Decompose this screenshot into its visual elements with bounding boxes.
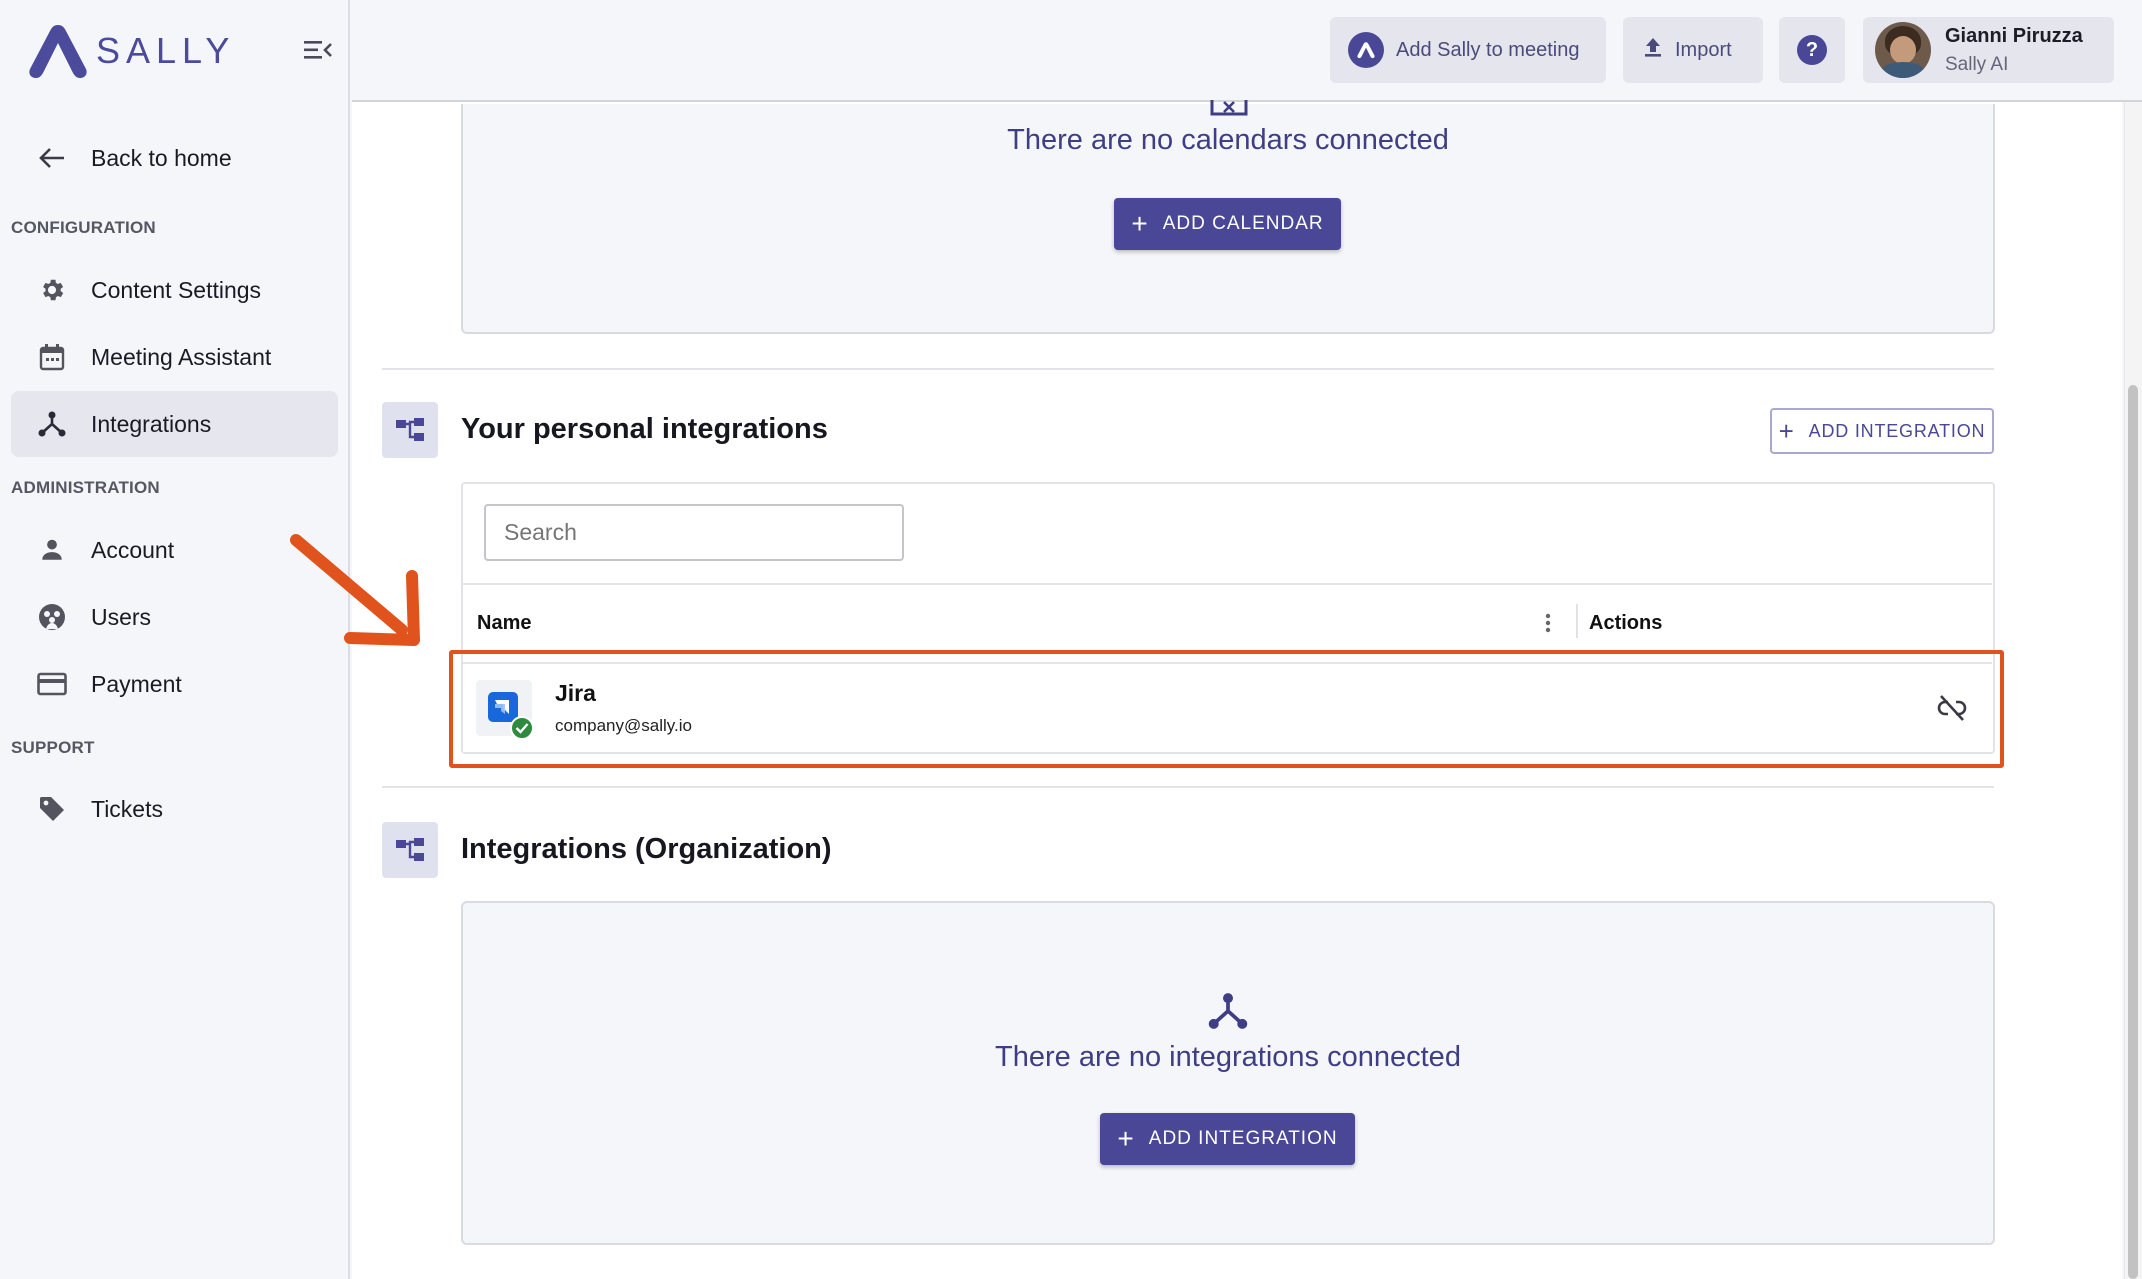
upload-icon [1643,36,1663,64]
calendars-empty-card: There are no calendars connected + ADD C… [461,100,1995,334]
sidebar-item-label: Users [91,603,152,630]
section-divider [382,786,1994,788]
sally-logo-icon [1348,32,1384,68]
add-sally-to-meeting-button[interactable]: Add Sally to meeting [1330,17,1606,83]
plus-icon: + [1117,1123,1135,1154]
column-separator [1576,604,1578,638]
users-group-icon [11,603,81,631]
add-sally-label: Add Sally to meeting [1396,38,1580,61]
section-administration: ADMINISTRATION [11,478,160,497]
add-calendar-label: ADD CALENDAR [1162,213,1324,234]
column-menu-icon[interactable] [1544,612,1552,639]
sidebar-item-integrations[interactable]: Integrations [11,391,338,457]
sidebar-item-meeting-assistant[interactable]: Meeting Assistant [11,324,338,390]
brand-logo[interactable]: SALLY [26,20,336,82]
sidebar-item-label: Content Settings [91,276,262,303]
help-button[interactable]: ? [1779,17,1845,83]
calendar-icon [11,343,81,371]
brand-name: SALLY [96,30,236,71]
integrations-hub-icon [1208,991,1248,1036]
sidebar-item-label: Meeting Assistant [91,343,272,370]
table-divider [463,583,1992,585]
credit-card-icon [11,672,81,696]
search-input[interactable] [484,504,904,561]
user-menu-button[interactable]: Gianni Piruzza Sally AI [1863,17,2114,83]
add-org-integration-label: ADD INTEGRATION [1148,1128,1338,1149]
personal-integrations-title: Your personal integrations [461,413,828,445]
section-support: SUPPORT [11,738,95,757]
calendars-empty-text: There are no calendars connected [1007,124,1449,156]
add-integration-label: ADD INTEGRATION [1808,420,1986,441]
back-to-home-link[interactable]: Back to home [11,125,338,191]
sally-logo-icon [29,25,87,78]
sidebar-item-payment[interactable]: Payment [11,651,338,717]
sidebar-item-label: Integrations [91,410,212,437]
sidebar-item-content-settings[interactable]: Content Settings [11,257,338,323]
add-calendar-button[interactable]: + ADD CALENDAR [1114,198,1341,250]
avatar [1875,22,1931,78]
column-header-actions: Actions [1589,612,1663,634]
import-button[interactable]: Import [1623,17,1763,83]
add-org-integration-button[interactable]: + ADD INTEGRATION [1100,1113,1355,1165]
gear-icon [11,276,81,304]
import-label: Import [1675,38,1732,61]
user-org: Sally AI [1945,53,2009,75]
person-icon [11,537,81,563]
sidebar-item-label: Tickets [91,795,163,822]
highlight-box [449,650,2004,768]
sidebar-item-users[interactable]: Users [11,584,338,650]
org-integrations-empty-text: There are no integrations connected [995,1041,1461,1073]
integrations-section-icon [382,402,438,458]
tag-icon [11,795,81,823]
add-integration-outline-button[interactable]: + ADD INTEGRATION [1770,408,1994,454]
org-integrations-empty-card: There are no integrations connected + AD… [461,901,1995,1245]
help-icon: ? [1797,35,1827,65]
plus-icon: + [1778,415,1795,446]
integrations-hub-icon [11,410,81,438]
sidebar-item-label: Payment [91,670,182,697]
org-integrations-section-icon [382,822,438,878]
back-to-home-label: Back to home [91,144,232,171]
collapse-menu-icon[interactable] [300,34,336,66]
annotation-arrow-icon [290,534,420,646]
org-integrations-title: Integrations (Organization) [461,833,832,865]
user-name: Gianni Piruzza [1945,24,2083,47]
calendar-empty-icon [1210,100,1250,123]
section-configuration: CONFIGURATION [11,218,156,237]
sidebar-item-account[interactable]: Account [11,517,338,583]
arrow-left-icon [11,147,81,169]
top-bar: Add Sally to meeting Import ? Gianni Pir… [352,0,2142,102]
plus-icon: + [1131,208,1149,239]
scrollbar-thumb[interactable] [2128,385,2138,1279]
column-header-name[interactable]: Name [477,612,531,635]
sidebar-item-label: Account [91,536,175,563]
sidebar-item-tickets[interactable]: Tickets [11,776,338,842]
section-divider [382,368,1994,370]
